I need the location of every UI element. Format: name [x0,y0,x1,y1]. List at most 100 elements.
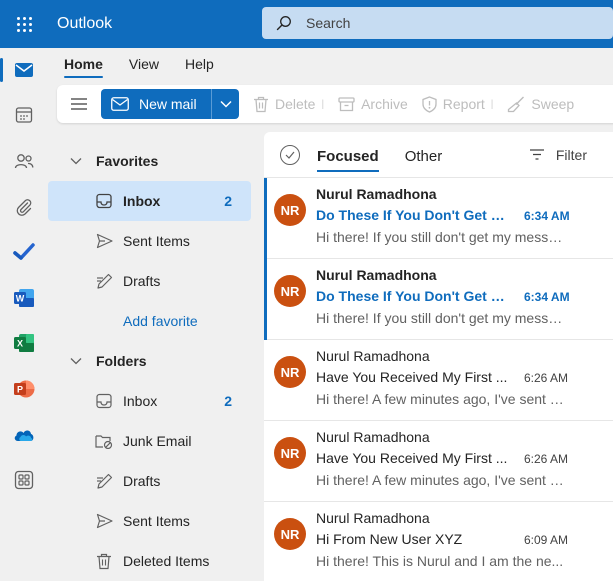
message-subject: Have You Received My First ... [316,369,508,385]
rail-powerpoint[interactable]: P [0,367,48,411]
favorite-item-sent[interactable]: Sent Items [48,221,251,261]
word-icon: W [14,289,34,307]
folder-item-junk[interactable]: Junk Email [48,421,251,461]
message-time: 6:26 AM [524,452,569,466]
powerpoint-icon: P [14,380,35,398]
search-input[interactable]: Search [306,15,350,31]
search-box[interactable]: Search [262,7,613,39]
rail-mail[interactable] [0,48,48,92]
folder-item-deleted[interactable]: Deleted Items [48,541,251,581]
message-subject: Hi From New User XYZ [316,531,463,547]
archive-button[interactable]: Archive [338,96,408,112]
message-item[interactable]: NR Nurul Ramadhona Do These If You Don't… [264,259,613,340]
message-preview: Hi there! If you still don't get my mess… [316,229,566,245]
rail-todo[interactable] [0,230,48,274]
inbox-icon [94,393,114,409]
delete-label: Delete [275,96,316,112]
message-preview: Hi there! A few minutes ago, I've sent a… [316,472,566,488]
message-sender: Nurul Ramadhona [316,429,430,445]
message-sender: Nurul Ramadhona [316,267,437,283]
folder-pane: Favorites Inbox 2 Sent Items Drafts Add … [48,132,255,581]
drafts-icon [94,473,114,489]
rail-people[interactable] [0,139,48,183]
message-time: 6:34 AM [524,290,570,304]
tab-view[interactable]: View [129,48,159,84]
new-mail-button[interactable]: New mail [101,89,211,119]
folder-label: Inbox [123,193,161,209]
message-list-header: Focused Other Filter [264,132,613,178]
tab-home[interactable]: Home [64,48,103,84]
select-all-checkbox[interactable] [280,144,300,165]
junk-icon [94,433,114,449]
ribbon-tabs: Home View Help [48,48,613,84]
svg-text:X: X [17,339,23,349]
tab-other[interactable]: Other [405,132,443,178]
ribbon-toolbar: New mail Delete | Archive Report | Sweep [57,85,613,123]
message-item[interactable]: NR Nurul Ramadhona Do These If You Don't… [264,178,613,259]
attachment-icon [16,199,32,216]
chevron-down-icon [219,100,232,108]
rail-calendar[interactable] [0,93,48,137]
favorites-header[interactable]: Favorites [48,141,251,181]
delete-button[interactable]: Delete | [253,96,324,113]
folder-item-inbox[interactable]: Inbox 2 [48,381,251,421]
report-button[interactable]: Report | [422,95,494,113]
message-subject: Have You Received My First ... [316,450,508,466]
sweep-icon [508,96,525,112]
folders-header[interactable]: Folders [48,341,251,381]
add-favorite-link[interactable]: Add favorite [48,301,251,341]
sweep-button[interactable]: Sweep [507,96,574,113]
app-title[interactable]: Outlook [57,15,262,33]
archive-icon [338,96,355,111]
rail-excel[interactable]: X [0,321,48,365]
svg-text:W: W [16,294,25,304]
folder-label: Drafts [123,273,161,289]
rail-files[interactable] [0,185,48,229]
inbox-icon [94,193,114,209]
collapse-ribbon-button[interactable] [57,85,101,123]
app-launcher-button[interactable] [0,0,48,48]
avatar: NR [274,437,306,469]
folder-label: Inbox [123,393,158,409]
folder-label: Drafts [123,473,161,489]
folder-item-drafts[interactable]: Drafts [48,461,251,501]
unread-count: 2 [224,393,232,409]
folder-label: Deleted Items [123,553,210,569]
delete-divider: | [321,98,325,110]
svg-text:P: P [17,385,23,395]
onedrive-icon [14,430,34,441]
new-mail-dropdown[interactable] [211,89,239,119]
tab-focused[interactable]: Focused [317,132,379,178]
send-icon [94,513,114,529]
report-divider: | [490,98,494,110]
rail-onedrive[interactable] [0,413,48,457]
drafts-icon [94,273,114,289]
folder-label: Sent Items [123,233,190,249]
archive-label: Archive [361,96,408,112]
rail-more-apps[interactable] [0,458,48,502]
filter-icon [529,149,544,160]
message-preview: Hi there! This is Nurul and I am the ne.… [316,553,564,569]
chevron-down-icon [70,158,82,165]
waffle-icon [16,16,32,32]
checkmark-icon [285,151,295,159]
message-preview: Hi there! If you still don't get my mess… [316,310,566,326]
filter-button[interactable]: Filter [529,147,587,163]
avatar: NR [274,275,306,307]
new-mail-split-button: New mail [101,89,239,119]
mail-icon [15,63,33,77]
rail-word[interactable]: W [0,276,48,320]
favorite-item-inbox[interactable]: Inbox 2 [48,181,251,221]
message-item[interactable]: NR Nurul Ramadhona Hi From New User XYZ … [264,502,613,581]
message-item[interactable]: NR Nurul Ramadhona Have You Received My … [264,340,613,421]
message-subject: Do These If You Don't Get M... [316,207,512,223]
mail-outline-icon [111,97,129,111]
favorite-item-drafts[interactable]: Drafts [48,261,251,301]
message-time: 6:09 AM [524,533,569,547]
folder-label: Sent Items [123,513,190,529]
avatar: NR [274,356,306,388]
tab-help[interactable]: Help [185,48,214,84]
message-item[interactable]: NR Nurul Ramadhona Have You Received My … [264,421,613,502]
chevron-down-icon [70,358,82,365]
folder-item-sent[interactable]: Sent Items [48,501,251,541]
